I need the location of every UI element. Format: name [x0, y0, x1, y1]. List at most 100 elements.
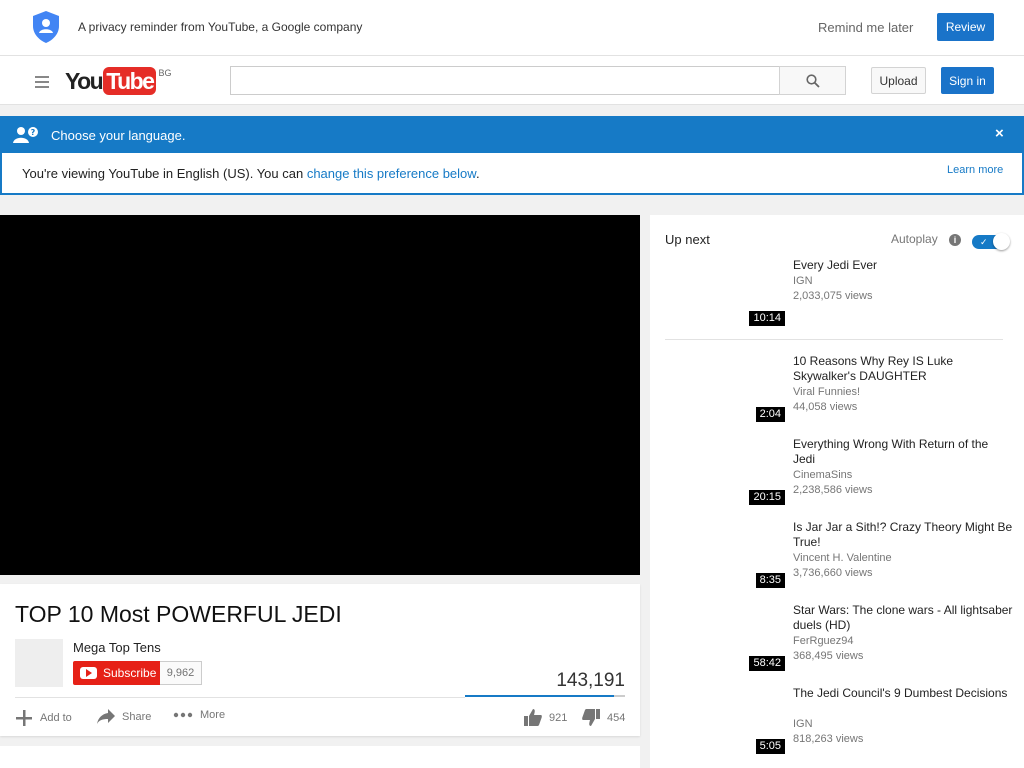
privacy-reminder-bar: A privacy reminder from YouTube, a Googl…: [0, 0, 1024, 56]
related-video-channel: IGN: [793, 275, 813, 287]
related-video-views: 3,736,660 views: [793, 567, 873, 579]
video-thumbnail[interactable]: 8:35: [665, 520, 785, 588]
related-video-channel: CinemaSins: [793, 469, 853, 481]
toggle-knob: [993, 233, 1010, 250]
related-video-item[interactable]: 20:15 Everything Wrong With Return of the…: [665, 437, 1015, 517]
add-to-label: Add to: [40, 712, 72, 724]
related-video-item[interactable]: 2:04 10 Reasons Why Rey IS Luke Skywalker…: [665, 354, 1015, 434]
subscriber-count: 9,962: [160, 661, 202, 685]
learn-more-link[interactable]: Learn more: [947, 164, 1003, 176]
logo-tube-text: Tube: [103, 67, 157, 95]
video-player[interactable]: [0, 215, 640, 575]
youtube-logo[interactable]: You Tube BG: [65, 66, 171, 96]
language-icon: ?: [13, 127, 38, 143]
video-duration: 8:35: [755, 573, 785, 588]
svg-text:?: ?: [31, 128, 36, 137]
language-message-text: You're viewing YouTube in English (US). …: [22, 166, 307, 181]
guide-menu-icon[interactable]: [35, 76, 49, 88]
related-video-views: 44,058 views: [793, 401, 858, 413]
related-video-views: 2,033,075 views: [793, 290, 873, 302]
like-ratio-fill: [465, 695, 614, 697]
up-next-separator: [665, 339, 1003, 340]
share-label: Share: [122, 711, 152, 723]
related-video-channel: Vincent H. Valentine: [793, 552, 892, 564]
check-icon: ✓: [980, 237, 988, 247]
up-next-heading: Up next: [665, 232, 710, 247]
related-video-item[interactable]: 8:35 Is Jar Jar a Sith!? Crazy Theory Mig…: [665, 520, 1015, 600]
related-video-channel: Viral Funnies!: [793, 386, 861, 398]
video-thumbnail[interactable]: 5:05: [665, 686, 785, 754]
autoplay-toggle[interactable]: ✓: [972, 233, 1010, 250]
language-banner-title: Choose your language.: [51, 128, 186, 143]
channel-name[interactable]: Mega Top Tens: [73, 640, 161, 655]
video-duration: 20:15: [749, 490, 785, 505]
video-thumbnail[interactable]: 58:42: [665, 603, 785, 671]
related-video-views: 2,238,586 views: [793, 484, 873, 496]
review-button[interactable]: Review: [937, 13, 994, 41]
more-label: More: [200, 709, 226, 721]
like-count: 921: [549, 711, 568, 724]
youtube-play-icon: [80, 667, 97, 679]
video-title: TOP 10 Most POWERFUL JEDI: [15, 601, 342, 627]
related-video-item[interactable]: 5:05 The Jedi Council's 9 Dumbest Decisio…: [665, 686, 1015, 766]
video-duration: 10:14: [749, 311, 785, 326]
like-button[interactable]: 921: [524, 709, 567, 726]
related-video-title[interactable]: Star Wars: The clone wars - All lightsab…: [793, 603, 1013, 633]
logo-you-text: You: [65, 68, 104, 94]
add-to-button[interactable]: Add to: [15, 709, 72, 727]
related-video-item[interactable]: 58:42 Star Wars: The clone wars - All lig…: [665, 603, 1015, 683]
video-thumbnail[interactable]: 20:15: [665, 437, 785, 505]
shield-person-icon: [33, 11, 59, 43]
subscribe-label: Subscribe: [103, 666, 157, 680]
video-thumbnail[interactable]: 2:04: [665, 354, 785, 422]
watch-info: TOP 10 Most POWERFUL JEDI Mega Top Tens …: [0, 584, 640, 736]
search-button[interactable]: [779, 66, 846, 95]
video-thumbnail[interactable]: 10:14: [665, 258, 785, 326]
language-banner-body: You're viewing YouTube in English (US). …: [0, 153, 1024, 195]
view-count: 143,191: [556, 670, 625, 691]
related-video-item[interactable]: 10:14 Every Jedi Ever IGN 2,033,075 views: [665, 258, 1015, 338]
masthead: You Tube BG Upload Sign in: [0, 56, 1024, 105]
related-video-title[interactable]: 10 Reasons Why Rey IS Luke Skywalker's D…: [793, 354, 1013, 384]
remind-me-later-link[interactable]: Remind me later: [818, 20, 913, 35]
close-icon[interactable]: ×: [995, 125, 1004, 142]
video-duration: 58:42: [749, 656, 785, 671]
thumbs-up-icon: [524, 709, 542, 726]
autoplay-label: Autoplay: [891, 232, 938, 246]
video-duration: 5:05: [755, 739, 785, 754]
like-dislike-bar: [465, 695, 625, 697]
action-bar: Add to Share More 921 454: [15, 709, 627, 729]
language-message-suffix: .: [475, 166, 480, 181]
video-duration: 2:04: [755, 407, 785, 422]
related-video-views: 818,263 views: [793, 733, 864, 745]
country-code: BG: [158, 68, 172, 78]
divider: [15, 697, 465, 698]
share-button[interactable]: Share: [97, 709, 151, 725]
upload-button[interactable]: Upload: [871, 67, 926, 94]
dislike-button[interactable]: 454: [582, 709, 625, 726]
related-video-views: 368,495 views: [793, 650, 864, 662]
plus-icon: [16, 710, 32, 726]
info-icon[interactable]: i: [949, 234, 961, 246]
channel-avatar[interactable]: [15, 639, 63, 687]
thumbs-down-icon: [582, 709, 600, 726]
more-button[interactable]: More: [173, 709, 225, 721]
change-preference-link[interactable]: change this preference below: [307, 166, 476, 181]
more-icon: [173, 712, 193, 718]
subscribe-button[interactable]: Subscribe: [73, 661, 160, 685]
description-card: [0, 746, 640, 768]
privacy-message: A privacy reminder from YouTube, a Googl…: [78, 20, 363, 34]
related-video-title[interactable]: Every Jedi Ever: [793, 258, 1013, 273]
search-icon: [806, 74, 820, 88]
sign-in-button[interactable]: Sign in: [941, 67, 994, 94]
share-icon: [97, 709, 115, 724]
language-banner: ? Choose your language. ×: [0, 116, 1024, 153]
related-video-title[interactable]: Everything Wrong With Return of the Jedi: [793, 437, 1013, 467]
related-video-title[interactable]: The Jedi Council's 9 Dumbest Decisions: [793, 686, 1013, 701]
related-video-title[interactable]: Is Jar Jar a Sith!? Crazy Theory Might B…: [793, 520, 1013, 550]
related-video-channel: IGN: [793, 718, 813, 730]
related-sidebar: Up next Autoplay i ✓ 10:14 Every Jedi Eve…: [650, 215, 1024, 768]
language-message: You're viewing YouTube in English (US). …: [22, 166, 480, 181]
search-input[interactable]: [230, 66, 780, 95]
dislike-count: 454: [607, 711, 626, 724]
